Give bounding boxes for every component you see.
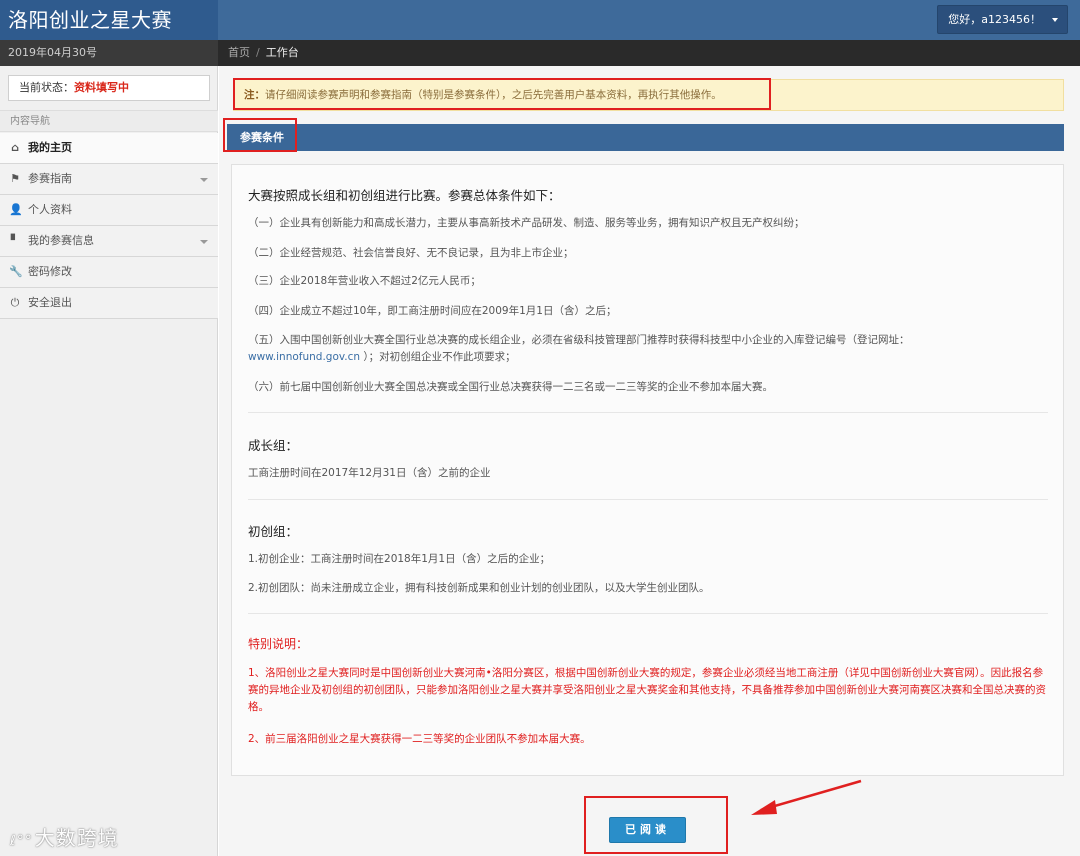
condition-item: （一）企业具有创新能力和高成长潜力，主要从事高新技术产品研发、制造、服务等业务，… [248, 217, 805, 229]
highlight-panel-title-box [223, 118, 297, 152]
breadcrumb-separator: / [256, 46, 260, 59]
sidebar-item-logout[interactable]: ⏻ 安全退出 [0, 288, 218, 319]
registration-link[interactable]: www.innofund.gov.cn [248, 351, 360, 363]
sidebar-item-password[interactable]: 🔧 密码修改 [0, 257, 218, 288]
breadcrumb-home[interactable]: 首页 [228, 46, 250, 59]
condition-item: （四）企业成立不超过10年，即工商注册时间应在2009年1月1日（含）之后； [248, 305, 617, 317]
condition-item: （三）企业2018年营业收入不超过2亿元人民币； [248, 275, 481, 287]
highlight-notice-box [233, 78, 771, 110]
sidebar-item-label: 密码修改 [28, 265, 72, 278]
breadcrumb-current: 工作台 [265, 46, 299, 59]
conditions-intro: 大赛按照成长组和初创组进行比赛。参赛总体条件如下： [248, 188, 561, 203]
flag-icon: ⚑ [10, 172, 20, 185]
sidebar-item-label: 安全退出 [28, 296, 72, 309]
growth-group-text: 工商注册时间在2017年12月31日（含）之前的企业 [248, 467, 491, 479]
breadcrumb: 首页 / 工作台 [228, 40, 299, 66]
top-bar: 洛阳创业之星大赛 您好，a123456！ [0, 0, 1080, 40]
pointer-arrow-icon [751, 779, 862, 815]
status-value: 资料填写中 [74, 81, 129, 94]
growth-group-title: 成长组： [248, 438, 299, 453]
special-note-item: 1、洛阳创业之星大赛同时是中国创新创业大赛河南•洛阳分赛区，根据中国创新创业大赛… [248, 667, 1046, 713]
divider [248, 499, 1048, 500]
condition-text-tail: ）；对初创组企业不作此项要求； [363, 351, 516, 363]
startup-item: 1.初创企业：工商注册时间在2018年1月1日（含）之后的企业； [248, 553, 551, 565]
sidebar-item-home[interactable]: ⌂ 我的主页 [0, 133, 218, 164]
chevron-down-icon [1052, 18, 1058, 22]
watermark: ℓ°° 大数跨境 [10, 822, 119, 851]
read-button[interactable]: 已阅读 [609, 817, 686, 843]
conditions-panel: 大赛按照成长组和初创组进行比赛。参赛总体条件如下： （一）企业具有创新能力和高成… [231, 164, 1064, 776]
sidebar-item-label: 我的主页 [28, 141, 72, 154]
startup-group-title: 初创组： [248, 524, 299, 539]
sidebar-item-my-entry[interactable]: ▘ 我的参赛信息 [0, 226, 218, 257]
special-notes-title: 特别说明： [248, 637, 309, 651]
status-box: 当前状态：资料填写中 [8, 75, 210, 101]
condition-item: （六）前七届中国创新创业大赛全国总决赛或全国行业总决赛获得一二三名或一二三等奖的… [248, 381, 773, 393]
sidebar-nav: ⌂ 我的主页 ⚑ 参赛指南 👤 个人资料 ▘ 我的参赛信息 🔧 密码修改 ⏻ 安… [0, 133, 218, 319]
chevron-down-icon [200, 240, 208, 244]
sidebar-item-label: 我的参赛信息 [28, 234, 94, 247]
user-icon: 👤 [9, 203, 23, 216]
condition-item: （五）入围中国创新创业大赛全国行业总决赛的成长组企业，必须在省级科技管理部门推荐… [248, 332, 1048, 366]
sidebar-item-guide[interactable]: ⚑ 参赛指南 [0, 164, 218, 195]
status-label: 当前状态： [19, 81, 74, 94]
startup-item: 2.初创团队：尚未注册成立企业，拥有科技创新成果和创业计划的创业团队，以及大学生… [248, 582, 710, 594]
panel-header: 参赛条件 [227, 124, 1064, 151]
condition-text: （五）入围中国创新创业大赛全国行业总决赛的成长组企业，必须在省级科技管理部门推荐… [248, 334, 910, 346]
home-icon: ⌂ [11, 141, 19, 154]
main-content: 注：请仔细阅读参赛声明和参赛指南（特别是参赛条件），之后先完善用户基本资料，再执… [219, 66, 1080, 856]
sidebar-item-label: 参赛指南 [28, 172, 72, 185]
wrench-icon: 🔧 [9, 265, 23, 278]
watermark-text: 大数跨境 [34, 826, 119, 850]
special-note-item: 2、前三届洛阳创业之星大赛获得一二三等奖的企业团队不参加本届大赛。 [248, 733, 591, 745]
condition-item: （二）企业经营规范、社会信誉良好、无不良记录，且为非上市企业； [248, 247, 574, 259]
divider [248, 412, 1048, 413]
chevron-down-icon [200, 178, 208, 182]
current-date: 2019年04月30号 [0, 40, 218, 66]
sidebar-item-profile[interactable]: 👤 个人资料 [0, 195, 218, 226]
app-title[interactable]: 洛阳创业之星大赛 [0, 0, 218, 40]
watermark-logo-icon: ℓ°° [10, 833, 33, 849]
divider [248, 613, 1048, 614]
file-icon: ▘ [10, 234, 20, 247]
user-greeting: 您好，a123456！ [948, 13, 1041, 26]
nav-title: 内容导航 [0, 110, 218, 132]
sidebar-item-label: 个人资料 [28, 203, 72, 216]
sidebar: 当前状态：资料填写中 内容导航 ⌂ 我的主页 ⚑ 参赛指南 👤 个人资料 ▘ 我… [0, 66, 218, 856]
power-icon: ⏻ [10, 296, 20, 309]
user-menu-button[interactable]: 您好，a123456！ [937, 5, 1068, 34]
